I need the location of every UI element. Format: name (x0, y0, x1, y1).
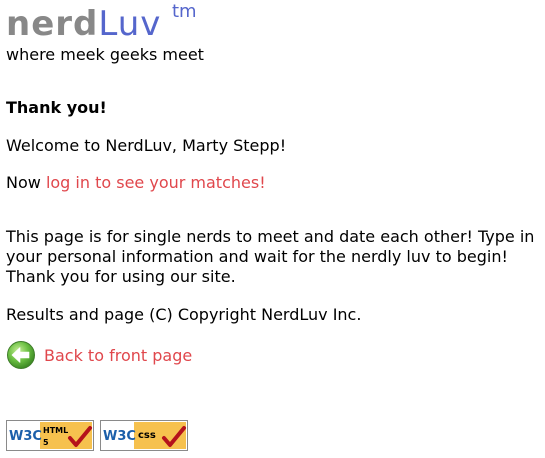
login-prefix: Now (6, 173, 41, 192)
logo-nerd-text: nerd (6, 4, 99, 44)
logo-luv-text: Luv (98, 4, 162, 44)
about-text: This page is for single nerds to meet an… (6, 227, 535, 286)
w3c-text: W3C (103, 429, 136, 444)
welcome-message: Welcome to NerdLuv, Marty Stepp! (6, 136, 287, 155)
back-link-row[interactable]: Back to front page (6, 340, 192, 370)
w3c-text: W3C (9, 429, 42, 444)
page-heading: Thank you! (6, 98, 107, 117)
back-arrow-icon[interactable] (6, 340, 36, 370)
w3c-css-badge[interactable]: W3C css (100, 420, 188, 451)
w3c-html5-badge[interactable]: W3C HTML 5 (6, 420, 94, 451)
html-badge-label: HTML (43, 426, 68, 435)
tagline: where meek geeks meet (6, 45, 204, 64)
validator-badges: W3C HTML 5 W3C css (6, 420, 188, 451)
html-badge-version: 5 (43, 438, 49, 447)
login-link[interactable]: log in to see your matches! (46, 173, 266, 192)
back-link[interactable]: Back to front page (44, 346, 192, 365)
copyright-text: Results and page (C) Copyright NerdLuv I… (6, 305, 362, 324)
login-line: Now log in to see your matches! (6, 173, 266, 193)
site-logo: nerdLuv tm (6, 2, 197, 46)
logo-trademark: tm (172, 1, 197, 22)
css-badge-label: css (138, 430, 156, 441)
